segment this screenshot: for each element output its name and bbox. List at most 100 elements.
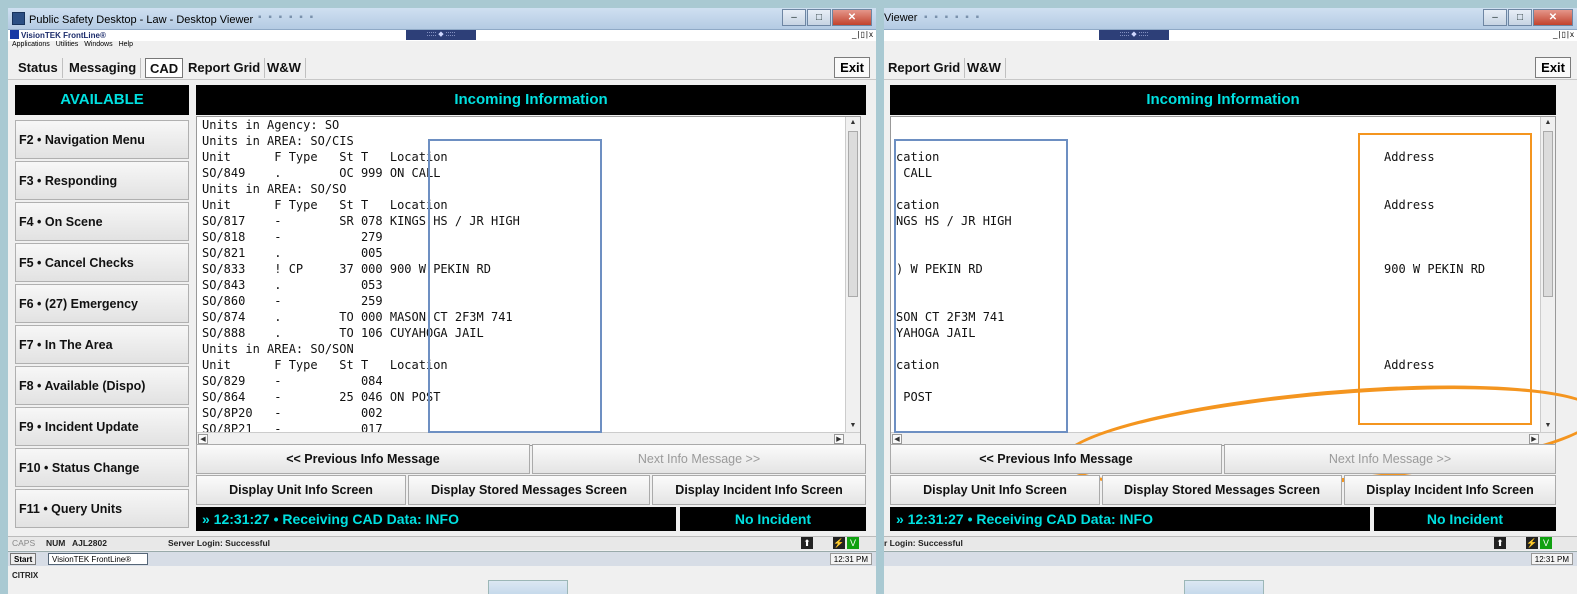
vertical-scrollbar[interactable]: ▲ ▼ bbox=[845, 117, 860, 432]
display-screens-row: Display Unit Info Screen Display Stored … bbox=[196, 475, 866, 505]
fkey-available-dispo[interactable]: F8 • Available (Dispo) bbox=[15, 366, 189, 405]
desktop-icons bbox=[1184, 580, 1264, 594]
upload-icon[interactable]: ⬆ bbox=[801, 537, 813, 549]
scroll-right-icon[interactable]: ▶ bbox=[834, 434, 844, 444]
vertical-scrollbar[interactable]: ▲ ▼ bbox=[1540, 117, 1555, 432]
exit-button[interactable]: Exit bbox=[834, 57, 870, 78]
menu-windows[interactable]: Windows bbox=[84, 41, 112, 48]
citrix-drag-handle[interactable]: ::::: ◆ ::::: bbox=[1099, 30, 1169, 40]
status-line: CAPS NUM AJL2802 Server Login: Successfu… bbox=[8, 536, 876, 550]
previous-info-button[interactable]: << Previous Info Message bbox=[196, 444, 530, 474]
tab-report-grid[interactable]: Report Grid bbox=[884, 58, 966, 78]
upload-icon[interactable]: ⬆ bbox=[1494, 537, 1506, 549]
citrix-logo: CITRIX bbox=[12, 571, 39, 580]
display-unit-info-button[interactable]: Display Unit Info Screen bbox=[890, 475, 1100, 505]
location-column-highlight bbox=[428, 139, 602, 433]
incident-status-bar: No Incident bbox=[680, 507, 866, 531]
fkey-incident-update[interactable]: F9 • Incident Update bbox=[15, 407, 189, 446]
cad-status-bar: » 12:31:27 • Receiving CAD Data: INFO bbox=[890, 507, 1370, 531]
scroll-down-icon[interactable]: ▼ bbox=[848, 421, 858, 431]
fkey-emergency[interactable]: F6 • (27) Emergency bbox=[15, 284, 189, 323]
unit-status-display: AVAILABLE bbox=[15, 85, 189, 115]
menu-utilities[interactable]: Utilities bbox=[56, 41, 79, 48]
status-line: r Login: Successful bbox=[884, 536, 1577, 550]
exit-button[interactable]: Exit bbox=[1535, 57, 1571, 78]
next-info-button[interactable]: Next Info Message >> bbox=[532, 444, 866, 474]
fkey-responding[interactable]: F3 • Responding bbox=[15, 161, 189, 200]
function-key-panel: F2 • Navigation Menu F3 • Responding F4 … bbox=[15, 120, 189, 530]
server-login-status: Server Login: Successful bbox=[168, 538, 271, 548]
info-line: SO/843 . 053 bbox=[202, 278, 383, 292]
close-icon[interactable]: ✕ bbox=[1533, 9, 1573, 26]
scroll-left-icon[interactable]: ◀ bbox=[198, 434, 208, 444]
info-line: SO/864 - 25 046 ON POST bbox=[202, 390, 441, 404]
menu-bar: Applications Utilities Windows Help bbox=[8, 41, 876, 51]
tab-bar: Status Messaging CAD Report Grid W&W Exi… bbox=[8, 54, 876, 80]
tab-messaging[interactable]: Messaging bbox=[65, 58, 142, 78]
fkey-navigation-menu[interactable]: F2 • Navigation Menu bbox=[15, 120, 189, 159]
scroll-thumb[interactable] bbox=[848, 131, 858, 297]
address-column-highlight bbox=[1358, 133, 1532, 425]
incident-status-bar: No Incident bbox=[1374, 507, 1556, 531]
clock: 12:31 PM bbox=[1530, 553, 1573, 565]
fkey-in-the-area[interactable]: F7 • In The Area bbox=[15, 325, 189, 364]
visiontek-icon bbox=[10, 30, 19, 39]
taskbar-app[interactable]: VisionTEK FrontLine® bbox=[48, 553, 148, 565]
maximize-icon[interactable]: □ bbox=[1508, 9, 1532, 26]
incoming-info-header: Incoming Information bbox=[890, 85, 1556, 115]
location-column-highlight bbox=[894, 139, 1068, 433]
message-nav-row: << Previous Info Message Next Info Messa… bbox=[890, 444, 1556, 474]
fkey-cancel-checks[interactable]: F5 • Cancel Checks bbox=[15, 243, 189, 282]
cad-status-bar: » 12:31:27 • Receiving CAD Data: INFO bbox=[196, 507, 676, 531]
next-info-button[interactable]: Next Info Message >> bbox=[1224, 444, 1556, 474]
title-bar: Public Safety Desktop - Law - Desktop Vi… bbox=[8, 8, 876, 30]
display-stored-messages-button[interactable]: Display Stored Messages Screen bbox=[1102, 475, 1342, 505]
fkey-status-change[interactable]: F10 • Status Change bbox=[15, 448, 189, 487]
info-line: SO/818 - 279 bbox=[202, 230, 383, 244]
tab-bar: Report Grid W&W Exit bbox=[884, 54, 1577, 80]
display-stored-messages-button[interactable]: Display Stored Messages Screen bbox=[408, 475, 650, 505]
close-icon[interactable]: ✕ bbox=[832, 9, 872, 26]
clock: 12:31 PM bbox=[829, 553, 872, 565]
display-incident-info-button[interactable]: Display Incident Info Screen bbox=[1344, 475, 1556, 505]
fkey-on-scene[interactable]: F4 • On Scene bbox=[15, 202, 189, 241]
maximize-icon[interactable]: □ bbox=[807, 9, 831, 26]
scroll-up-icon[interactable]: ▲ bbox=[1543, 118, 1553, 128]
citrix-drag-handle[interactable]: ::::: ◆ ::::: bbox=[406, 30, 476, 40]
incoming-info-header: Incoming Information bbox=[196, 85, 866, 115]
app-name: VisionTEK FrontLine® bbox=[21, 31, 106, 40]
fkey-query-units[interactable]: F11 • Query Units bbox=[15, 489, 189, 528]
app-subtitle-bar: ::::: ◆ ::::: _|▯|x bbox=[884, 30, 1577, 41]
menu-applications[interactable]: Applications bbox=[12, 41, 50, 48]
info-line: Units in AREA: SO/SON bbox=[202, 342, 354, 356]
visiontek-status-icon: V bbox=[1540, 537, 1552, 549]
tab-ww[interactable]: W&W bbox=[963, 58, 1006, 78]
start-button[interactable]: Start bbox=[10, 553, 37, 565]
menu-help[interactable]: Help bbox=[119, 41, 133, 48]
info-line: Units in AREA: SO/SO bbox=[202, 182, 347, 196]
minimize-icon[interactable]: – bbox=[782, 9, 806, 26]
display-unit-info-button[interactable]: Display Unit Info Screen bbox=[196, 475, 406, 505]
info-line: Unit F Type St T Location bbox=[202, 198, 448, 212]
mdi-controls[interactable]: _|▯|x bbox=[1553, 30, 1575, 39]
tab-report-grid[interactable]: Report Grid bbox=[184, 58, 266, 78]
tab-status[interactable]: Status bbox=[14, 58, 63, 78]
desktop-icons bbox=[488, 580, 568, 594]
minimize-icon[interactable]: – bbox=[1483, 9, 1507, 26]
server-login-status: r Login: Successful bbox=[884, 538, 963, 548]
window-title: Public Safety Desktop - Law - Desktop Vi… bbox=[29, 14, 254, 26]
previous-info-button[interactable]: << Previous Info Message bbox=[890, 444, 1222, 474]
tab-cad[interactable]: CAD bbox=[145, 58, 184, 78]
app-icon bbox=[12, 12, 25, 25]
info-line: Unit F Type St T Location bbox=[202, 150, 448, 164]
display-incident-info-button[interactable]: Display Incident Info Screen bbox=[652, 475, 866, 505]
display-screens-row: Display Unit Info Screen Display Stored … bbox=[890, 475, 1556, 505]
scroll-up-icon[interactable]: ▲ bbox=[848, 118, 858, 128]
message-nav-row: << Previous Info Message Next Info Messa… bbox=[196, 444, 866, 474]
scroll-left-icon[interactable]: ◀ bbox=[892, 434, 902, 444]
info-line: SO/821 . 005 bbox=[202, 246, 383, 260]
tab-ww[interactable]: W&W bbox=[263, 58, 306, 78]
mdi-controls[interactable]: _|▯|x bbox=[852, 30, 874, 39]
info-line: SO/829 - 084 bbox=[202, 374, 383, 388]
scroll-thumb[interactable] bbox=[1543, 131, 1553, 297]
